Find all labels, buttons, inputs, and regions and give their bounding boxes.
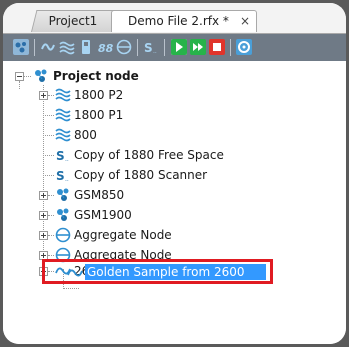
tree-guide: [48, 215, 54, 216]
tree-node-label: Golden Sample from 2600: [87, 265, 245, 279]
play-icon[interactable]: [171, 39, 187, 55]
tree-item[interactable]: GSM1900: [3, 206, 346, 226]
project-node-icon: [33, 68, 49, 84]
multi-wave-icon[interactable]: [59, 39, 75, 55]
tree-guide: [48, 235, 54, 236]
toolbar-separator: [137, 39, 138, 56]
tree-item[interactable]: Aggregate Node: [3, 226, 346, 246]
fast-forward-icon[interactable]: [190, 39, 206, 55]
svg-text:88: 88: [98, 42, 113, 55]
tab-label: Demo File 2.rfx *: [128, 14, 229, 28]
multi-wave-icon: [55, 107, 71, 123]
svg-text:S: S: [56, 149, 65, 163]
tree-guide: [48, 95, 54, 96]
scanner-icon[interactable]: S..: [143, 39, 159, 55]
tree-item[interactable]: 1800 P2: [3, 86, 346, 106]
aggregate-icon[interactable]: [116, 39, 132, 55]
stop-icon[interactable]: [209, 39, 225, 55]
toolbar-separator: [230, 39, 231, 56]
expand-icon[interactable]: [39, 211, 48, 220]
toolbar: 88 S..: [3, 33, 346, 61]
tree-node-label: GSM850: [74, 188, 125, 202]
tree-item[interactable]: 800: [3, 126, 346, 146]
tree-item[interactable]: S.. Copy of 1880 Scanner: [3, 166, 346, 186]
tree-node-label: Copy of 1880 Scanner: [74, 168, 208, 182]
tree-item[interactable]: GSM850: [3, 186, 346, 206]
tree-guide: [43, 135, 54, 136]
expand-icon[interactable]: [39, 91, 48, 100]
device-icon[interactable]: [78, 39, 94, 55]
tree-node-label: Copy of 1880 Free Space: [74, 148, 224, 162]
expand-icon[interactable]: [39, 231, 48, 240]
scanner-icon: S..: [55, 147, 71, 163]
tree-root-node[interactable]: Project node: [3, 67, 346, 87]
waveform-icon[interactable]: [40, 39, 56, 55]
tree-guide: [48, 195, 54, 196]
close-tab-icon[interactable]: ×: [240, 11, 250, 32]
project-tree: Project node 1800 P2 1800 P1 800 S .. Co…: [3, 61, 346, 344]
tree-guide: [43, 155, 54, 156]
scanner-icon: S..: [55, 167, 71, 183]
expand-icon[interactable]: [39, 191, 48, 200]
project-node-icon: [55, 207, 71, 223]
tree-node-label: 800: [74, 128, 97, 142]
collapse-icon[interactable]: [15, 72, 24, 81]
tree-node-label: GSM1900: [74, 208, 132, 222]
project-node-icon: [55, 187, 71, 203]
tree-guide: [24, 76, 31, 77]
multi-wave-icon: [55, 127, 71, 143]
tree-item[interactable]: 1800 P1: [3, 106, 346, 126]
tab-label: Project1: [48, 14, 98, 28]
svg-text:S: S: [56, 169, 65, 183]
toolbar-separator: [164, 39, 165, 56]
tree-node-label: Project node: [53, 69, 139, 83]
tree-guide: [43, 115, 54, 116]
tab-demo-file[interactable]: Demo File 2.rfx * ×: [111, 10, 257, 32]
tree-guide: [48, 255, 54, 256]
grid-icon[interactable]: 88: [97, 39, 113, 55]
tree-guide: [63, 288, 79, 289]
tree-item[interactable]: S.. Copy of 1880 Free Space: [3, 146, 346, 166]
waveform-icon: [67, 265, 83, 281]
aggregate-icon: [55, 227, 71, 243]
project-node-icon[interactable]: [13, 39, 29, 55]
tree-node-label: 1800 P1: [74, 108, 124, 122]
settings-icon[interactable]: [236, 39, 252, 55]
window-frame: Project1 Demo File 2.rfx * × 88 S.. Proj…: [3, 3, 346, 344]
tab-project1[interactable]: Project1: [31, 10, 121, 32]
toolbar-separator: [34, 39, 35, 56]
tree-node-label: Aggregate Node: [74, 228, 172, 242]
svg-text:..: ..: [153, 48, 157, 55]
svg-text:S: S: [144, 41, 153, 55]
svg-text:..: ..: [65, 156, 69, 163]
tree-node-label: 1800 P2: [74, 88, 124, 102]
multi-wave-icon: [55, 87, 71, 103]
tree-guide: [43, 175, 54, 176]
tab-strip: Project1 Demo File 2.rfx * ×: [3, 3, 346, 33]
svg-text:..: ..: [65, 176, 69, 183]
